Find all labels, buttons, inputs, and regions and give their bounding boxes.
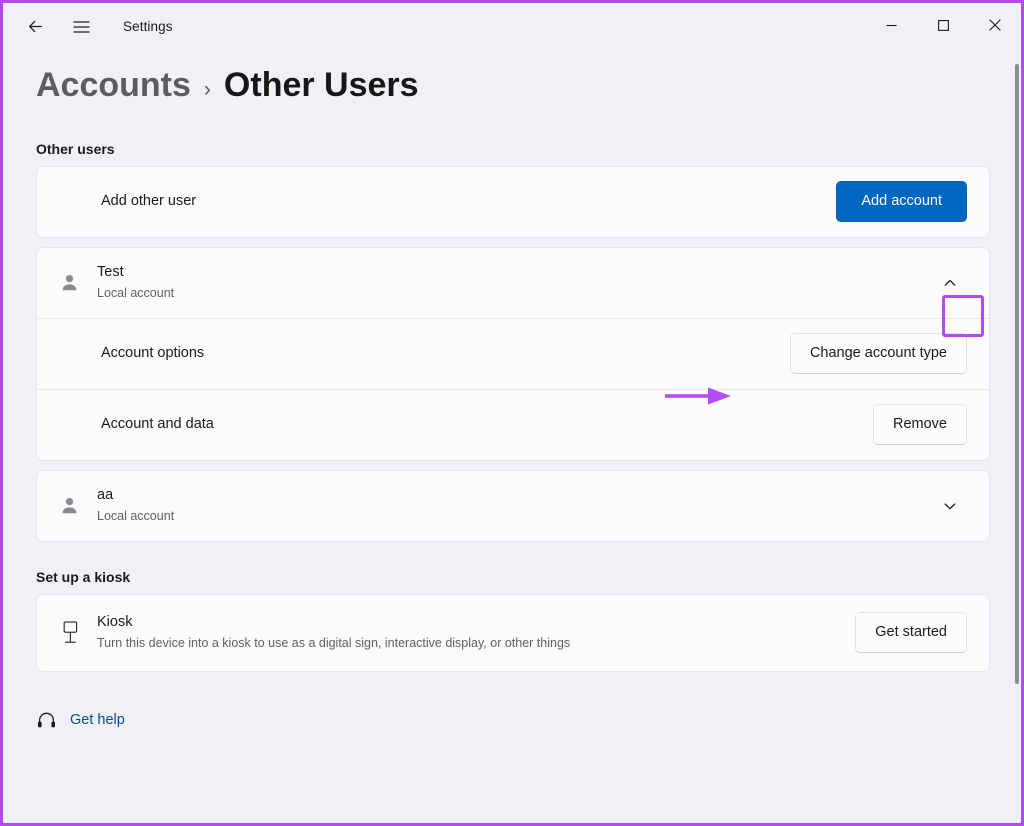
maximize-button[interactable] [917,3,969,47]
kiosk-title: Kiosk [97,612,570,633]
user-account-name-test: Test [97,262,174,283]
user-account-text-test: Test Local account [97,262,174,303]
help-headset-icon [36,710,57,731]
expand-collapse-button-test[interactable] [932,265,967,300]
add-other-user-text: Add other user [59,191,196,212]
person-avatar-icon [59,272,80,293]
kiosk-row: Kiosk Turn this device into a kiosk to u… [37,595,989,671]
add-account-button[interactable]: Add account [836,181,967,222]
account-and-data-left: Account and data [59,414,873,435]
title-bar: Settings [3,3,1021,50]
person-icon [59,272,97,293]
add-other-user-left: Add other user [59,191,836,212]
add-other-user-label: Add other user [101,191,196,212]
kiosk-text: Kiosk Turn this device into a kiosk to u… [97,612,570,653]
close-button[interactable] [969,3,1021,47]
add-other-user-card: Add other user Add account [36,166,990,238]
settings-content: Accounts › Other Users Other users Add o… [3,64,1021,826]
user-account-card-aa: aa Local account [36,470,990,542]
user-account-type-aa: Local account [97,507,174,526]
chevron-down-icon [943,499,957,513]
page-title: Other Users [224,64,419,107]
user-account-text-aa: aa Local account [97,485,174,526]
breadcrumb-separator-icon: › [204,77,211,103]
user-account-info-test: Test Local account [59,262,932,303]
user-account-info-aa: aa Local account [59,485,932,526]
breadcrumb: Accounts › Other Users [36,64,1021,107]
account-options-row: Account options Change account type [37,319,989,389]
section-heading-other-users: Other users [36,141,1021,157]
get-help-link[interactable]: Get help [36,710,1021,731]
hamburger-menu-icon [73,20,90,34]
add-other-user-row: Add other user Add account [37,167,989,237]
person-icon [59,495,97,516]
maximize-icon [937,19,950,32]
user-account-name-aa: aa [97,485,174,506]
minimize-button[interactable] [865,3,917,47]
account-options-left: Account options [59,343,790,364]
back-button[interactable] [15,11,55,43]
window-controls [865,3,1021,47]
user-account-row-test[interactable]: Test Local account [37,248,989,318]
get-help-label: Get help [70,712,125,728]
kiosk-description: Turn this device into a kiosk to use as … [97,634,570,653]
user-account-type-test: Local account [97,284,174,303]
app-title: Settings [123,19,173,34]
account-and-data-row: Account and data Remove [37,390,989,460]
breadcrumb-parent-accounts[interactable]: Accounts [36,64,191,107]
minimize-icon [885,19,898,32]
section-heading-kiosk: Set up a kiosk [36,569,1021,585]
expand-collapse-button-aa[interactable] [932,488,967,523]
remove-account-button[interactable]: Remove [873,404,967,445]
kiosk-display-icon [59,620,97,645]
change-account-type-button[interactable]: Change account type [790,333,967,374]
scrollbar-thumb[interactable] [1015,64,1019,684]
user-account-card-test: Test Local account Account options Chang… [36,247,990,461]
settings-window: Settings Accounts › O [0,0,1024,826]
kiosk-info: Kiosk Turn this device into a kiosk to u… [59,612,855,653]
close-icon [988,18,1002,32]
user-account-row-aa[interactable]: aa Local account [37,471,989,541]
kiosk-get-started-button[interactable]: Get started [855,612,967,653]
person-avatar-icon [59,495,80,516]
back-arrow-icon [26,17,45,36]
account-options-label: Account options [101,343,204,364]
account-and-data-label: Account and data [101,414,214,435]
kiosk-card: Kiosk Turn this device into a kiosk to u… [36,594,990,672]
help-icon [36,710,57,731]
kiosk-sign-icon [59,620,82,645]
chevron-up-icon [943,276,957,290]
scrollbar-track[interactable] [1015,64,1020,826]
hamburger-menu-button[interactable] [61,11,101,43]
